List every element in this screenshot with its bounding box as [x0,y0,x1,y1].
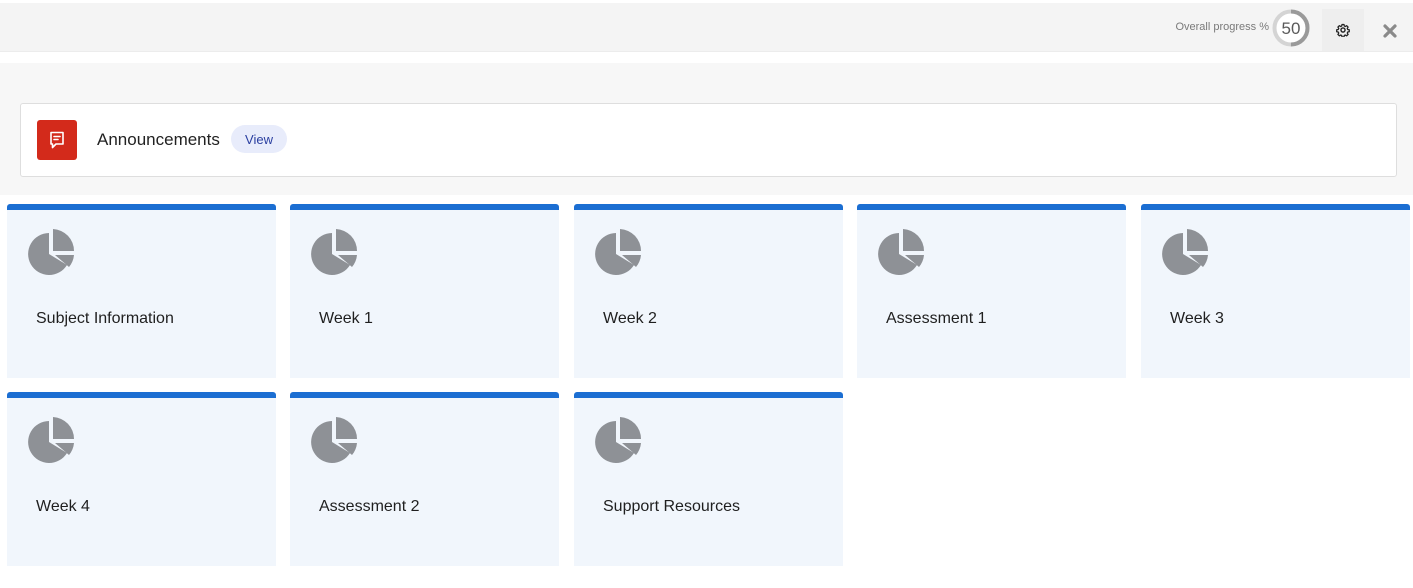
module-tile[interactable]: Support Resources [574,392,843,566]
pie-chart-icon [1162,229,1208,275]
pie-chart-icon [311,417,357,463]
close-icon [1383,24,1397,38]
pie-chart-icon [595,417,641,463]
overall-progress-ring: 50 [1272,9,1310,47]
overall-progress-label: Overall progress % [1175,21,1269,33]
announcement-icon [37,120,77,160]
announcements-section: Announcements View [0,63,1413,195]
gear-icon [1336,23,1350,37]
module-tile-label: Week 3 [1170,310,1224,327]
module-tile-label: Week 1 [319,310,373,327]
pie-chart-icon [311,229,357,275]
settings-button[interactable] [1322,9,1364,51]
pie-chart-icon [28,229,75,275]
module-tile[interactable]: Subject Information [7,204,276,378]
pie-chart-icon [595,229,641,275]
module-tile[interactable]: Week 3 [1141,204,1410,378]
close-button[interactable] [1372,13,1408,49]
module-tile-label: Assessment 1 [886,310,987,327]
module-tile-label: Week 2 [603,310,657,327]
module-tile[interactable]: Assessment 1 [857,204,1126,378]
announcements-title: Announcements [97,130,220,149]
announcements-view-button[interactable]: View [231,125,287,153]
module-tile[interactable]: Week 1 [290,204,559,378]
announcements-card: Announcements View [20,103,1397,177]
module-tile[interactable]: Week 4 [7,392,276,566]
module-tile[interactable]: Assessment 2 [290,392,559,566]
module-tile-label: Week 4 [36,498,90,515]
module-tile-label: Assessment 2 [319,498,420,515]
module-tile-label: Subject Information [36,310,174,327]
pie-chart-icon [28,417,75,463]
top-bar: Overall progress % 50 [0,3,1413,52]
module-tile[interactable]: Week 2 [574,204,843,378]
overall-progress-value: 50 [1282,19,1301,38]
pie-chart-icon [878,229,924,275]
module-tile-label: Support Resources [603,498,740,515]
